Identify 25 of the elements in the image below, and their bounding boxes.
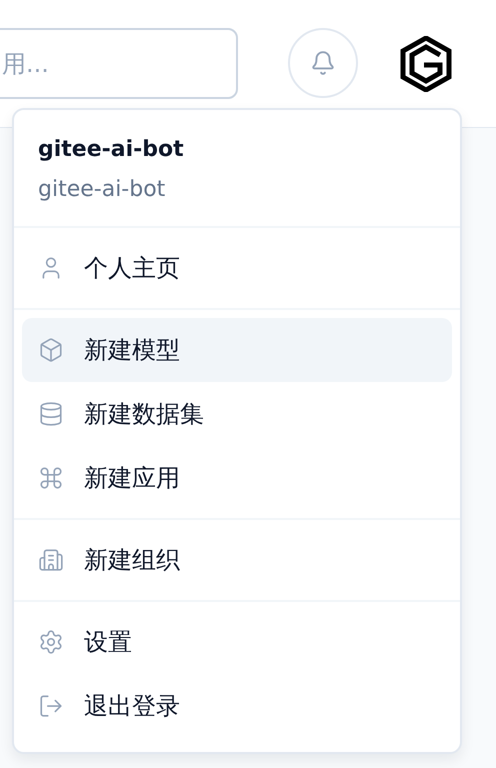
- menu-item[interactable]: 新建数据集: [22, 382, 452, 446]
- menu-item-label: 个人主页: [84, 253, 180, 284]
- menu-item[interactable]: 新建模型: [22, 318, 452, 382]
- bell-icon: [310, 50, 336, 76]
- logo-icon[interactable]: [400, 36, 452, 92]
- menu-item-label: 设置: [84, 627, 132, 658]
- building-icon: [38, 547, 64, 573]
- menu-item[interactable]: 设置: [22, 610, 452, 674]
- menu-item-label: 新建应用: [84, 463, 180, 494]
- menu-item[interactable]: 新建应用: [22, 446, 452, 510]
- username: gitee-ai-bot: [38, 136, 185, 164]
- database-icon: [38, 401, 64, 427]
- menu-item[interactable]: 新建组织: [22, 528, 452, 592]
- menu-item-label: 新建模型: [84, 335, 180, 366]
- menu-item[interactable]: 个人主页: [22, 236, 452, 300]
- user-handle: gitee-ai-bot: [38, 176, 166, 204]
- logout-icon: [38, 693, 64, 719]
- search-field[interactable]: 用...: [0, 28, 238, 99]
- cube-icon: [38, 337, 64, 363]
- settings-icon: [38, 629, 64, 655]
- menu-item-label: 退出登录: [84, 691, 180, 722]
- menu-item-label: 新建数据集: [84, 399, 204, 430]
- menu-item-label: 新建组织: [84, 545, 180, 576]
- menu-item[interactable]: 退出登录: [22, 674, 452, 738]
- command-icon: [38, 465, 64, 491]
